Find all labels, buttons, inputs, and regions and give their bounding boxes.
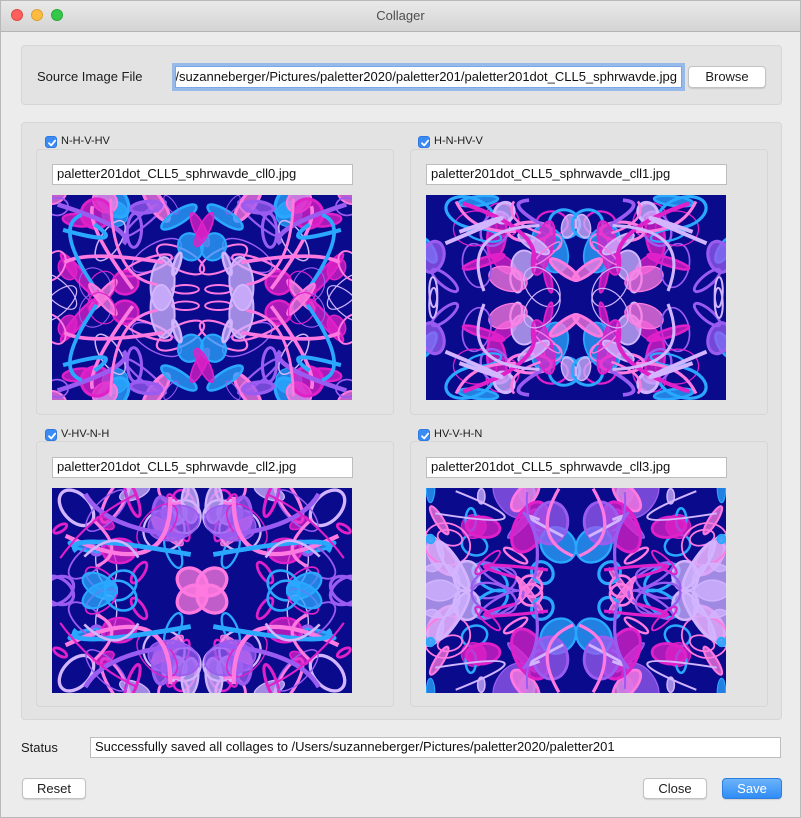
collages-group: N-H-V-HV paletter201dot_CLL5_sphrwavde_c… <box>21 122 782 720</box>
collage-preview-image <box>426 195 726 400</box>
checkmark-icon <box>421 139 430 147</box>
collage-filename-input[interactable]: paletter201dot_CLL5_sphrwavde_cll0.jpg <box>52 164 353 185</box>
variant-label: HV-V-H-N <box>434 428 483 440</box>
checkmark-icon <box>48 139 57 147</box>
status-field: Successfully saved all collages to /User… <box>90 737 781 758</box>
collage-filename-input[interactable]: paletter201dot_CLL5_sphrwavde_cll1.jpg <box>426 164 727 185</box>
variant-checkbox[interactable] <box>418 136 430 148</box>
status-label: Status <box>21 740 58 755</box>
variant-checkbox[interactable] <box>45 429 57 441</box>
close-button[interactable]: Close <box>643 778 707 799</box>
checkmark-icon <box>421 432 430 440</box>
collage-cell: paletter201dot_CLL5_sphrwavde_cll3.jpg <box>410 441 768 707</box>
save-button[interactable]: Save <box>722 778 782 799</box>
collage-cell: paletter201dot_CLL5_sphrwavde_cll1.jpg <box>410 149 768 415</box>
collage-preview-image <box>426 488 726 693</box>
source-file-input[interactable]: /Users/suzanneberger/Pictures/paletter20… <box>175 66 682 88</box>
collager-window: Collager Source Image File /Users/suzann… <box>0 0 801 818</box>
window-title: Collager <box>376 8 425 23</box>
collage-filename: paletter201dot_CLL5_sphrwavde_cll0.jpg <box>57 166 297 181</box>
collage-cell: paletter201dot_CLL5_sphrwavde_cll2.jpg <box>36 441 394 707</box>
source-file-label: Source Image File <box>37 69 143 84</box>
collage-filename: paletter201dot_CLL5_sphrwavde_cll1.jpg <box>431 166 671 181</box>
variant-label: N-H-V-HV <box>61 135 110 147</box>
variant-label: V-HV-N-H <box>61 428 110 440</box>
variant-checkbox[interactable] <box>418 429 430 441</box>
collage-preview-image <box>52 488 352 693</box>
reset-button[interactable]: Reset <box>22 778 86 799</box>
browse-button[interactable]: Browse <box>688 66 766 88</box>
source-file-group: Source Image File /Users/suzanneberger/P… <box>21 45 782 105</box>
variant-label: H-N-HV-V <box>434 135 483 147</box>
collage-preview-image <box>52 195 352 400</box>
collage-filename: paletter201dot_CLL5_sphrwavde_cll2.jpg <box>57 459 297 474</box>
source-file-path: /Users/suzanneberger/Pictures/paletter20… <box>175 69 677 84</box>
collage-filename: paletter201dot_CLL5_sphrwavde_cll3.jpg <box>431 459 671 474</box>
collage-filename-input[interactable]: paletter201dot_CLL5_sphrwavde_cll2.jpg <box>52 457 353 478</box>
status-message: Successfully saved all collages to /User… <box>95 739 615 754</box>
collage-filename-input[interactable]: paletter201dot_CLL5_sphrwavde_cll3.jpg <box>426 457 727 478</box>
collage-cell: paletter201dot_CLL5_sphrwavde_cll0.jpg <box>36 149 394 415</box>
title-bar[interactable]: Collager <box>1 1 800 32</box>
checkmark-icon <box>48 432 57 440</box>
variant-checkbox[interactable] <box>45 136 57 148</box>
